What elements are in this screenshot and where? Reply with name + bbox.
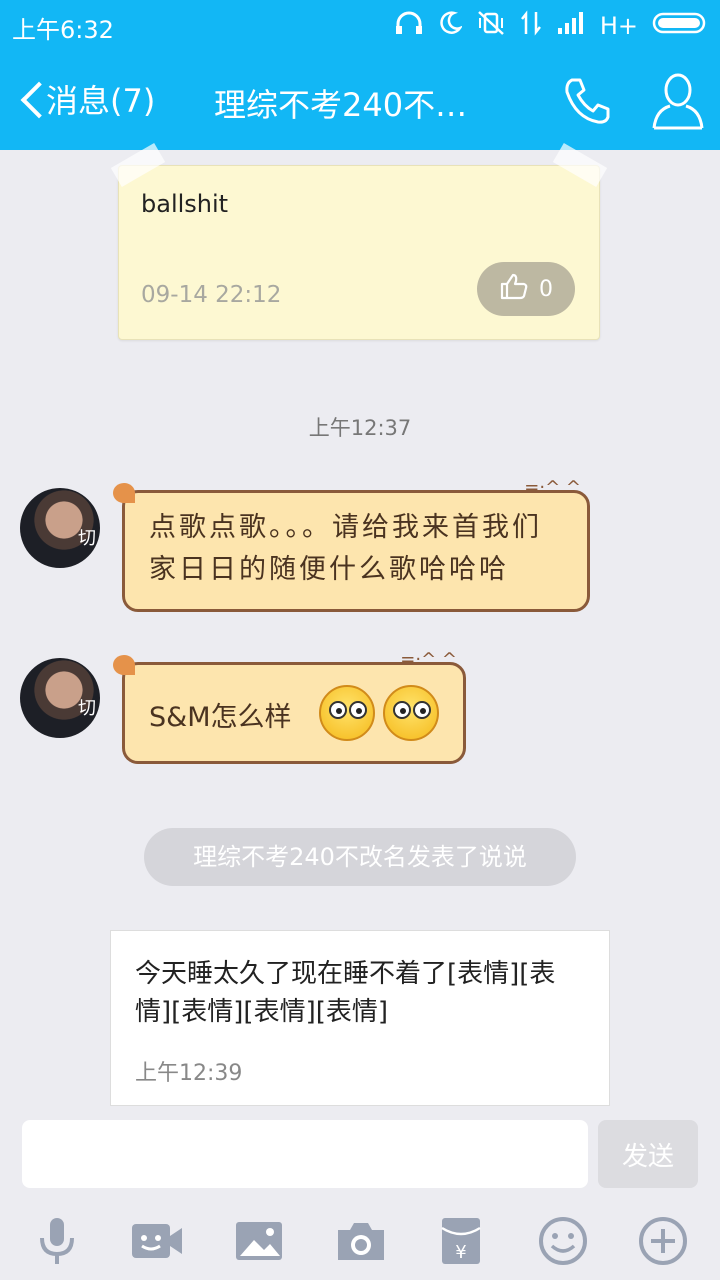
- feed-text: 今天睡太久了现在睡不着了[表情][表情][表情][表情][表情]: [135, 959, 556, 1027]
- avatar-tag: 切: [78, 698, 96, 719]
- camera-icon[interactable]: [334, 1214, 388, 1268]
- bubble-tail-decoration: [113, 655, 135, 675]
- chevron-left-icon: [18, 79, 42, 119]
- note-text: ballshit: [141, 190, 229, 218]
- cat-ears-decoration: =·^.^: [524, 477, 581, 498]
- title-row: 消息(7) 理综不考240不…: [0, 60, 720, 140]
- plus-icon[interactable]: [636, 1214, 690, 1268]
- message-bubble[interactable]: =·^.^ S&M怎么样: [113, 649, 466, 764]
- red-packet-icon[interactable]: ¥: [434, 1214, 488, 1268]
- signal-icon: [556, 10, 586, 42]
- input-toolbar: ¥: [0, 1200, 720, 1280]
- image-icon[interactable]: [232, 1214, 286, 1268]
- message-bubble[interactable]: =·^.^ 点歌点歌。。。请给我来首我们家日日的随便什么歌哈哈哈: [113, 477, 590, 612]
- feed-time: 上午12:39: [135, 1061, 243, 1086]
- like-button[interactable]: 0: [477, 262, 575, 316]
- avatar[interactable]: 切: [20, 658, 100, 738]
- message-input[interactable]: [22, 1120, 588, 1188]
- video-icon[interactable]: [130, 1214, 184, 1268]
- mic-icon[interactable]: [30, 1214, 84, 1268]
- shuoshuo-note-card[interactable]: ballshit 09-14 22:12 0: [110, 142, 608, 340]
- message-text: S&M怎么样: [149, 702, 292, 733]
- message-text: 点歌点歌。。。请给我来首我们家日日的随便什么歌哈哈哈: [149, 512, 542, 585]
- feed-card[interactable]: 今天睡太久了现在睡不着了[表情][表情][表情][表情][表情] 上午12:39: [110, 930, 610, 1106]
- avatar[interactable]: 切: [20, 488, 100, 568]
- phone-icon[interactable]: [560, 74, 614, 128]
- shocked-emoji-icon: [383, 685, 439, 741]
- send-button[interactable]: 发送: [598, 1120, 698, 1188]
- bubble-tail-decoration: [113, 483, 135, 503]
- data-arrows-icon: [520, 10, 542, 42]
- vibrate-off-icon: [476, 10, 506, 42]
- back-button[interactable]: 消息(7): [18, 76, 155, 122]
- note-date: 09-14 22:12: [141, 282, 282, 308]
- headphone-icon: [394, 10, 424, 42]
- network-type: H+: [599, 12, 638, 40]
- system-notice[interactable]: 理综不考240不改名发表了说说: [144, 828, 576, 886]
- top-bar: 上午6:32 H+ 消息(7) 理综不考240不…: [0, 0, 720, 150]
- timestamp: 上午12:37: [308, 416, 412, 440]
- moon-icon: [438, 10, 463, 42]
- thumbs-up-icon: [499, 271, 529, 307]
- avatar-tag: 切: [78, 528, 96, 549]
- emoji-icon[interactable]: [536, 1214, 590, 1268]
- battery-icon: [652, 10, 708, 42]
- chat-title: 理综不考240不…: [214, 86, 468, 124]
- contact-icon[interactable]: [650, 70, 706, 132]
- cat-ears-decoration: =·^.^: [400, 649, 457, 670]
- status-icons: H+: [394, 10, 708, 42]
- status-time: 上午6:32: [12, 16, 114, 44]
- like-count: 0: [539, 276, 553, 302]
- shocked-emoji-icon: [319, 685, 375, 741]
- back-label: 消息(7): [46, 82, 156, 120]
- status-bar: 上午6:32 H+: [0, 0, 720, 50]
- svg-text:¥: ¥: [455, 1242, 466, 1263]
